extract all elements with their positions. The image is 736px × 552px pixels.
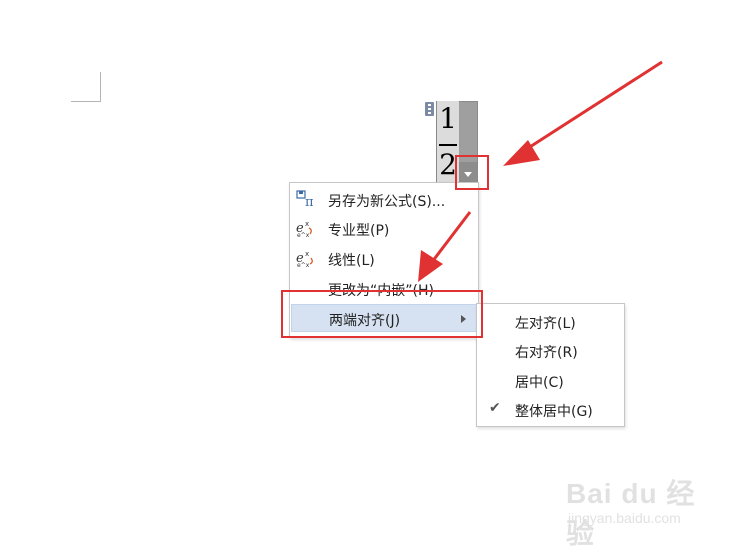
- annotation-arrow-upper: [503, 60, 663, 166]
- annotation-arrows: [418, 60, 663, 282]
- watermark-url: jingyan.baidu.com: [568, 510, 681, 526]
- annotation-arrow-lower: [418, 211, 472, 282]
- baidu-jingyan-watermark: Bai du 经验 jingyan.baidu.com: [560, 470, 710, 549]
